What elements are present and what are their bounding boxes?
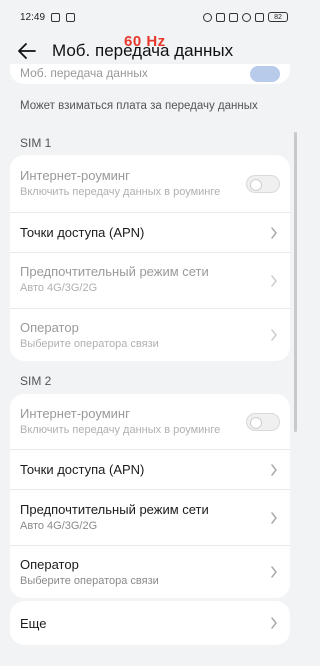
- more-card: Еще: [10, 601, 290, 645]
- chevron-right-icon: [271, 226, 277, 239]
- sim1-network-mode-value: Авто 4G/3G/2G: [20, 282, 98, 294]
- sim2-card: Интернет-роуминг Включить передачу данны…: [10, 394, 290, 598]
- sim1-apn-row[interactable]: Точки доступа (APN): [10, 213, 290, 253]
- vibrate-icon: [229, 12, 238, 22]
- back-arrow-icon: [18, 43, 36, 59]
- sim2-label: SIM 2: [20, 374, 52, 388]
- chevron-right-icon: [271, 566, 277, 578]
- battery-icon: 82: [268, 12, 288, 22]
- sim2-operator-title: Оператор: [20, 557, 79, 572]
- sim2-roaming-toggle[interactable]: [246, 412, 280, 431]
- speed-icon: [203, 12, 212, 22]
- mobile-data-row[interactable]: Моб. передача данных: [10, 64, 290, 84]
- sim2-roaming-subtitle: Включить передачу данных в роуминге: [20, 424, 221, 436]
- chevron-right-icon: [271, 463, 277, 476]
- nfc-icon: [216, 12, 225, 22]
- sim-icon: [51, 12, 61, 22]
- sim1-network-mode-title: Предпочтительный режим сети: [20, 264, 209, 279]
- battery-saver-icon: [66, 12, 76, 22]
- refresh-rate-overlay: 60 Hz: [124, 33, 166, 50]
- sim1-operator-subtitle: Выберите оператора связи: [20, 338, 159, 350]
- sim1-network-mode-row[interactable]: Предпочтительный режим сети Авто 4G/3G/2…: [10, 253, 290, 309]
- charges-note: Может взиматься плата за передачу данных: [20, 100, 258, 112]
- sim2-operator-row[interactable]: Оператор Выберите оператора связи: [10, 546, 290, 598]
- sim1-roaming-subtitle: Включить передачу данных в роуминге: [20, 186, 221, 198]
- sim1-operator-row[interactable]: Оператор Выберите оператора связи: [10, 309, 290, 361]
- more-label: Еще: [20, 616, 47, 631]
- scrollbar[interactable]: [294, 132, 297, 432]
- sim1-roaming-title: Интернет-роуминг: [20, 168, 130, 183]
- status-time: 12:49: [20, 11, 46, 23]
- sim2-network-mode-row[interactable]: Предпочтительный режим сети Авто 4G/3G/2…: [10, 490, 290, 546]
- sim2-operator-subtitle: Выберите оператора связи: [20, 575, 159, 587]
- sim2-apn-row[interactable]: Точки доступа (APN): [10, 450, 290, 490]
- wifi-icon: [242, 12, 251, 22]
- mobile-data-label: Моб. передача данных: [20, 66, 148, 80]
- sim2-roaming-title: Интернет-роуминг: [20, 406, 130, 421]
- chevron-right-icon: [271, 274, 277, 287]
- sim1-card: Интернет-роуминг Включить передачу данны…: [10, 155, 290, 361]
- signal-icon: [255, 12, 264, 22]
- battery-level: 82: [274, 13, 282, 21]
- sim1-label: SIM 1: [20, 136, 52, 150]
- sim2-apn-label: Точки доступа (APN): [20, 462, 145, 477]
- chevron-right-icon: [271, 511, 277, 524]
- sim2-network-mode-title: Предпочтительный режим сети: [20, 502, 209, 517]
- sim1-roaming-toggle[interactable]: [246, 174, 280, 193]
- status-bar: 12:49 82: [0, 0, 300, 34]
- chevron-right-icon: [271, 617, 277, 629]
- back-button[interactable]: [16, 40, 38, 62]
- sim1-operator-title: Оператор: [20, 320, 79, 335]
- more-row[interactable]: Еще: [10, 601, 290, 645]
- mobile-data-toggle[interactable]: [250, 66, 280, 82]
- sim1-roaming-row[interactable]: Интернет-роуминг Включить передачу данны…: [10, 155, 290, 213]
- sim2-network-mode-value: Авто 4G/3G/2G: [20, 520, 98, 532]
- sim1-apn-label: Точки доступа (APN): [20, 225, 145, 240]
- chevron-right-icon: [271, 329, 277, 341]
- sim2-roaming-row[interactable]: Интернет-роуминг Включить передачу данны…: [10, 394, 290, 450]
